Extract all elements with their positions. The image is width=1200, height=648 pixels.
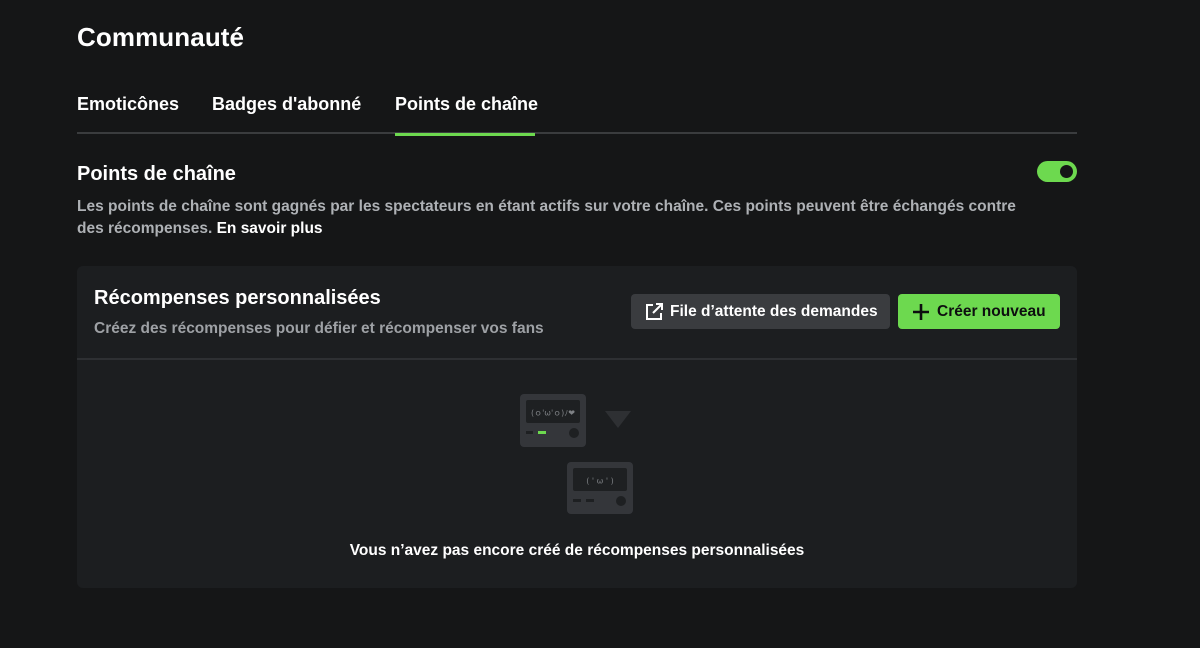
screen-top-text: (ｏ'ω'ｏ)ﾉ❤	[531, 409, 575, 418]
plus-icon	[911, 302, 931, 322]
learn-more-link[interactable]: En savoir plus	[217, 220, 323, 237]
rewards-panel-header: Récompenses personnalisées Créez des réc…	[77, 266, 1077, 360]
tab-channel-points[interactable]: Points de chaîne	[395, 94, 538, 136]
rewards-subtitle: Créez des récompenses pour défier et réc…	[94, 320, 544, 337]
section-description: Les points de chaîne sont gagnés par les…	[77, 196, 1037, 240]
rewards-title: Récompenses personnalisées	[94, 287, 381, 309]
create-new-label: Créer nouveau	[937, 302, 1046, 320]
page: Communauté Emoticônes Badges d'abonné Po…	[0, 0, 1200, 648]
screen-bottom-text: ( ' ω ' )	[586, 477, 614, 486]
toggle-knob	[1060, 165, 1073, 178]
request-queue-label: File d’attente des demandes	[670, 302, 878, 320]
empty-state-illustration: (ｏ'ω'ｏ)ﾉ❤ ( ' ω ' )	[515, 392, 645, 517]
section-title: Points de chaîne	[77, 163, 236, 185]
page-title: Communauté	[77, 22, 245, 52]
empty-state-message: Vous n’avez pas encore créé de récompens…	[349, 542, 805, 559]
request-queue-button[interactable]: File d’attente des demandes	[631, 294, 890, 329]
rewards-panel: Récompenses personnalisées Créez des réc…	[77, 266, 1077, 588]
tab-emoticones[interactable]: Emoticônes	[77, 94, 179, 134]
tab-bar: Emoticônes Badges d'abonné Points de cha…	[77, 94, 1077, 136]
channel-points-toggle[interactable]	[1037, 161, 1077, 182]
external-link-icon	[644, 302, 664, 322]
tab-badges[interactable]: Badges d'abonné	[212, 94, 361, 134]
create-new-button[interactable]: Créer nouveau	[898, 294, 1060, 329]
